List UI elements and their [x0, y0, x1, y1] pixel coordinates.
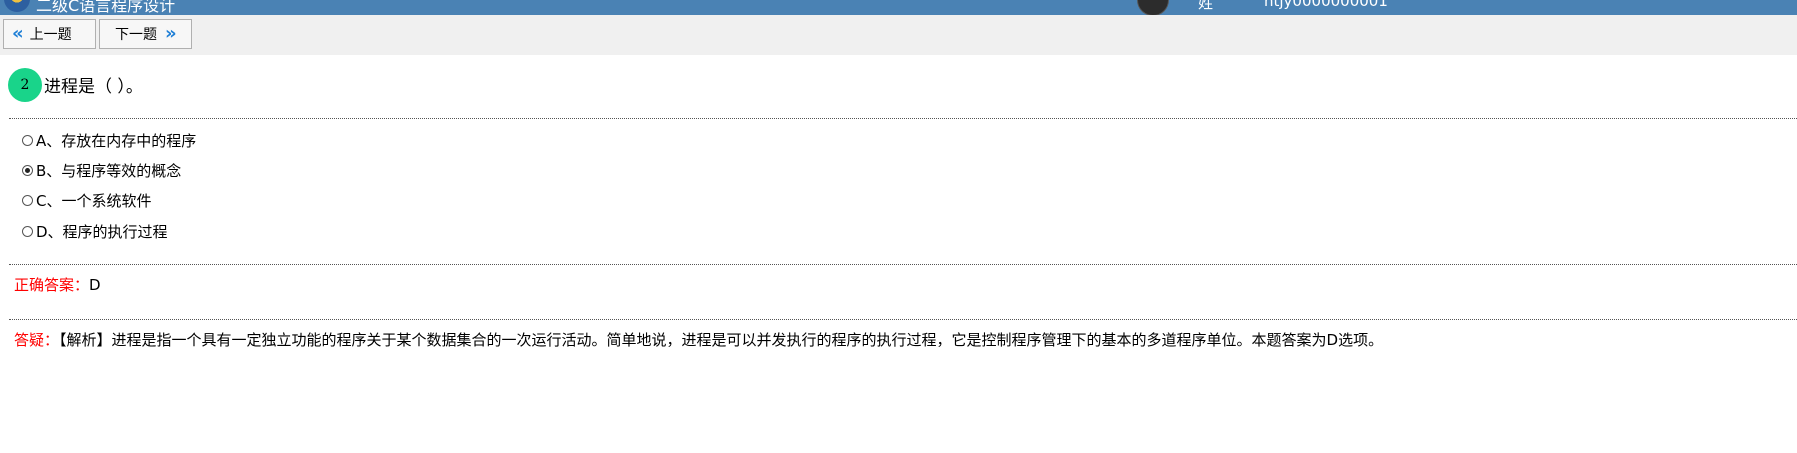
divider: [9, 319, 1797, 320]
option-c[interactable]: C、一个系统软件: [22, 190, 151, 211]
option-b[interactable]: B、与程序等效的概念: [22, 160, 181, 181]
divider: [9, 118, 1797, 119]
explanation-label: 答疑：: [14, 331, 60, 349]
option-d-radio[interactable]: [22, 226, 33, 237]
double-chevron-right-icon: »: [165, 23, 177, 44]
option-c-radio[interactable]: [22, 195, 33, 206]
option-d-label: D、程序的执行过程: [36, 223, 168, 241]
explanation-text: 【解析】进程是指一个具有一定独立功能的程序关于某个数据集合的一次运行活动。简单地…: [59, 331, 1384, 349]
next-question-label: 下一题: [115, 27, 157, 43]
correct-answer: 正确答案：D: [14, 274, 101, 295]
prev-question-label: 上一题: [29, 27, 72, 43]
user-avatar: [1137, 0, 1169, 15]
question-number-badge: 2: [8, 68, 42, 102]
divider: [9, 264, 1797, 265]
explanation: 答疑：【解析】进程是指一个具有一定独立功能的程序关于某个数据集合的一次运行活动。…: [14, 329, 1383, 350]
prev-question-button[interactable]: « 上一题: [3, 19, 96, 49]
option-a-label: A、存放在内存中的程序: [36, 132, 197, 150]
app-logo-icon: [4, 0, 30, 12]
app-title: 二级C语言程序设计: [36, 0, 176, 15]
option-b-radio[interactable]: [22, 165, 33, 176]
user-id: ntjy0000000001: [1264, 0, 1388, 10]
top-header-bar: 二级C语言程序设计 姓 ntjy0000000001: [0, 0, 1797, 15]
question-toolbar: « 上一题 下一题 »: [0, 15, 1797, 55]
option-a[interactable]: A、存放在内存中的程序: [22, 130, 196, 151]
double-chevron-left-icon: «: [12, 23, 24, 44]
option-b-label: B、与程序等效的概念: [36, 162, 182, 180]
correct-answer-label: 正确答案：: [14, 276, 90, 294]
option-d[interactable]: D、程序的执行过程: [22, 221, 168, 242]
option-a-radio[interactable]: [22, 135, 33, 146]
option-c-label: C、一个系统软件: [36, 192, 152, 210]
question-text: 进程是（ ）。: [44, 77, 143, 97]
correct-answer-value: D: [89, 276, 101, 294]
user-name-label: 姓: [1198, 0, 1214, 12]
next-question-button[interactable]: 下一题 »: [99, 19, 192, 49]
